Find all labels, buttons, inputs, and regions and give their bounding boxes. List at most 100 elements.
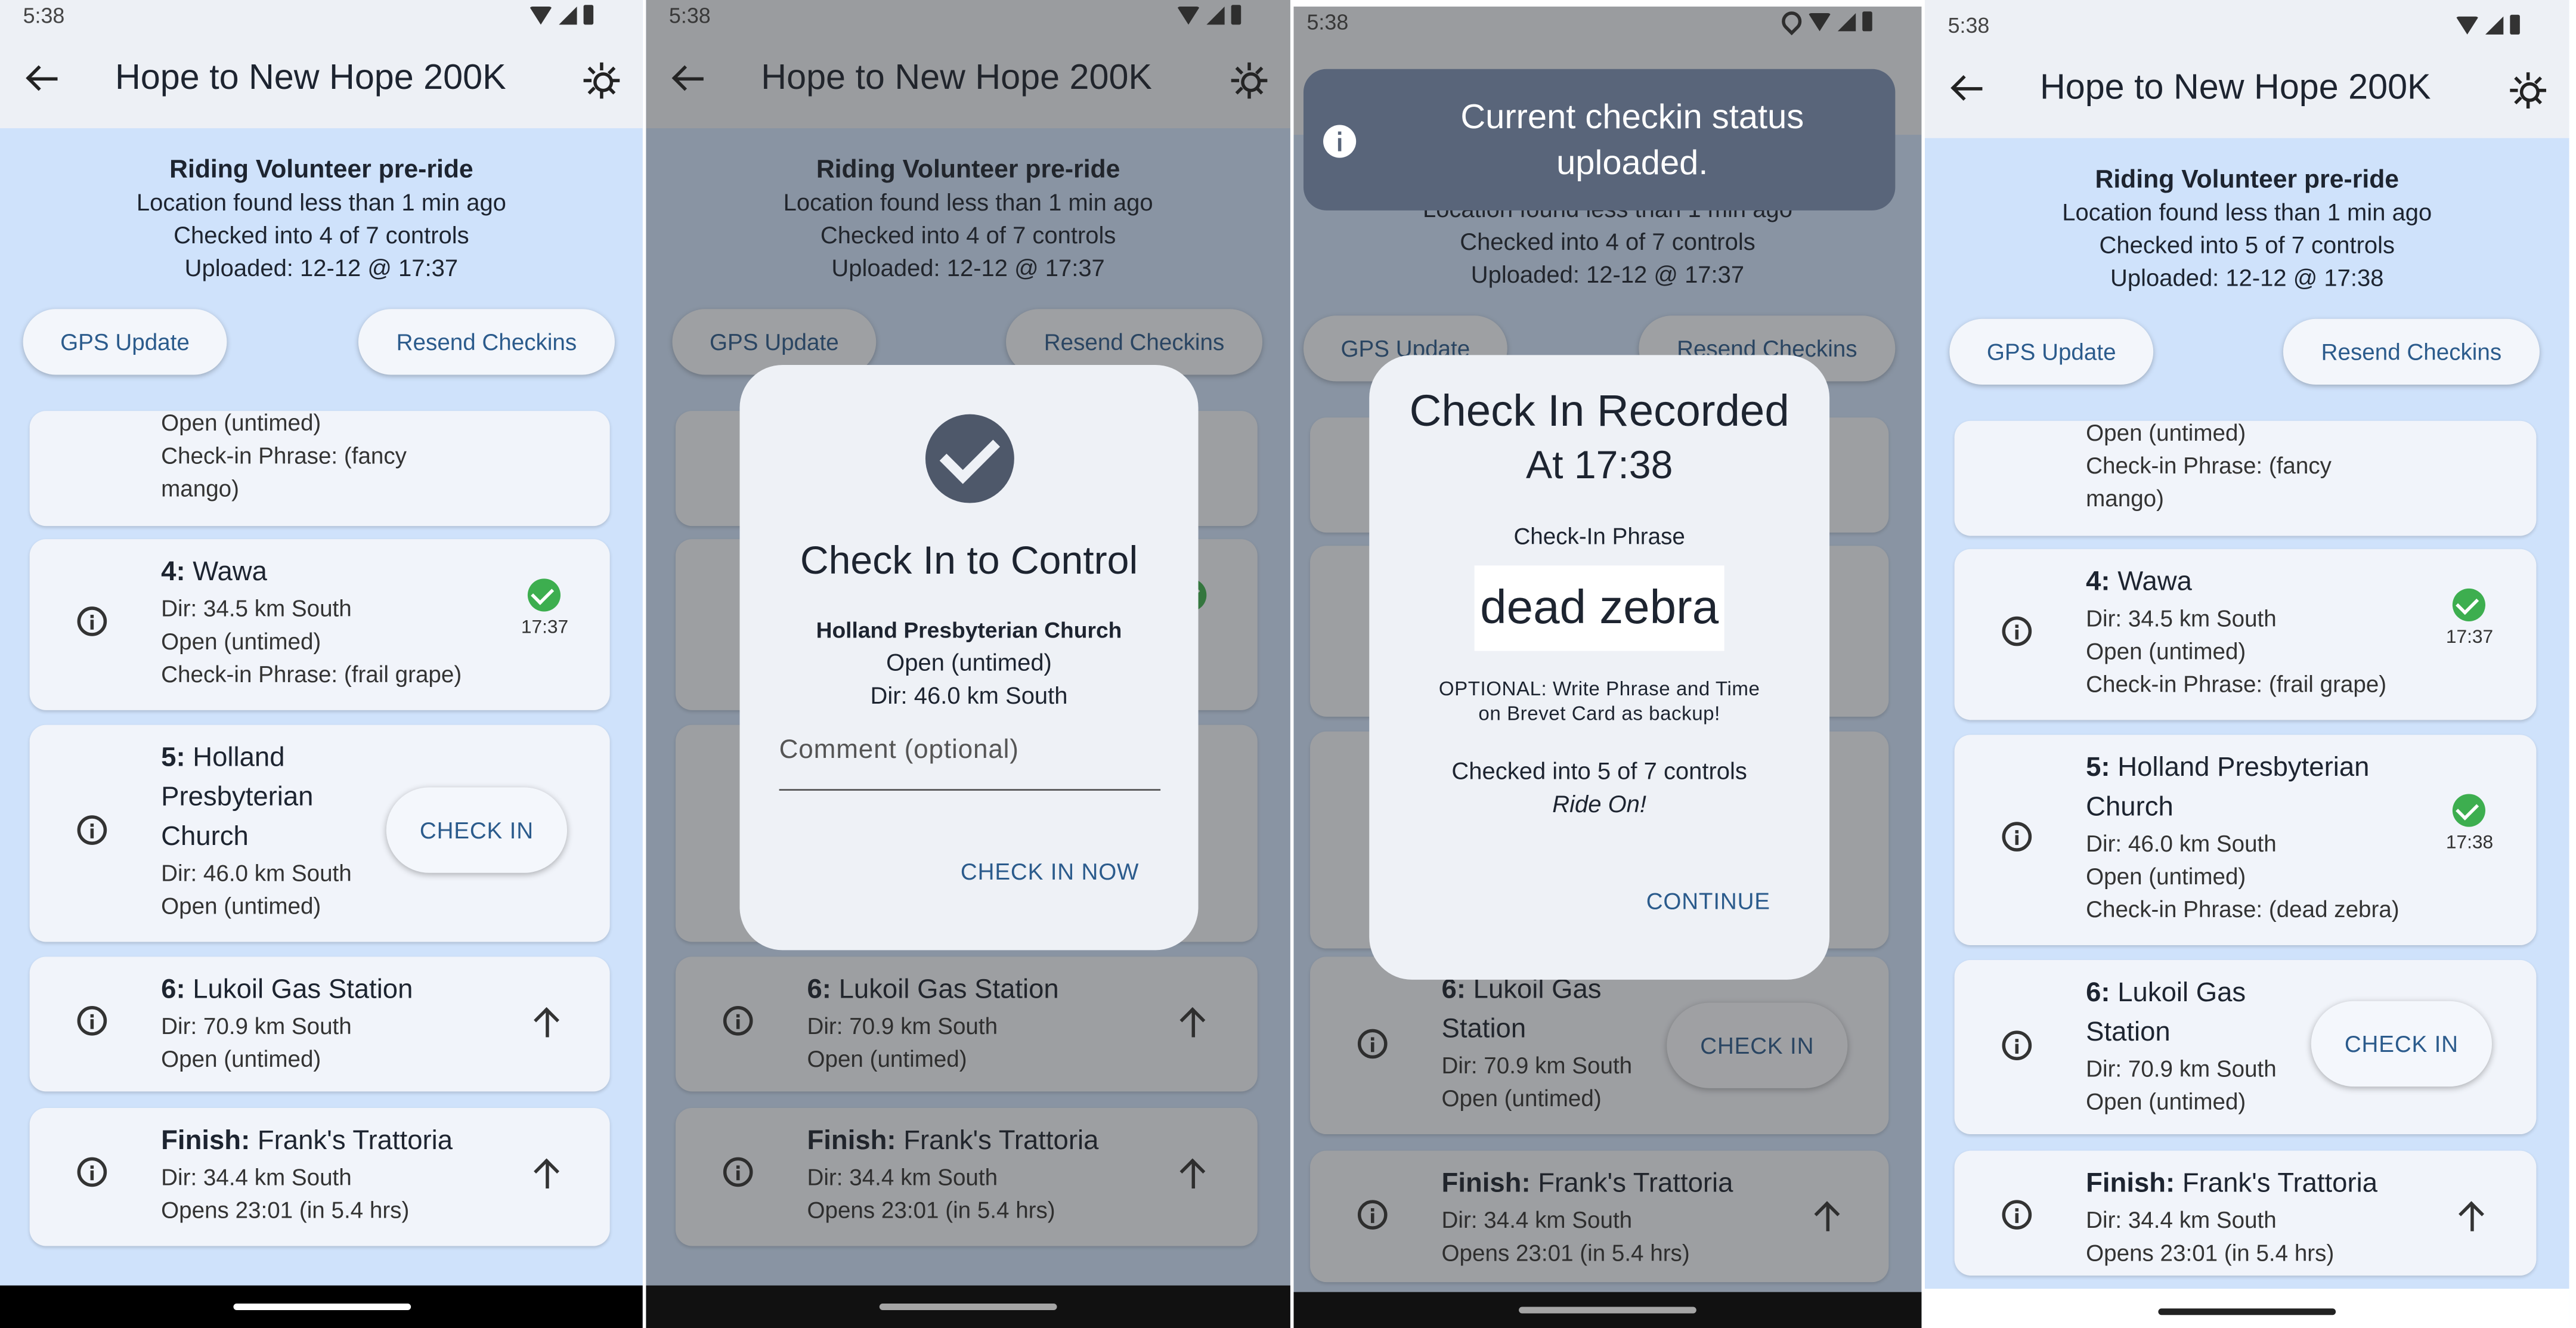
control-card-6[interactable]: 6: Lukoil Gas Station Dir: 70.9 km South…: [30, 956, 610, 1091]
check-in-button[interactable]: CHECK IN: [2311, 1001, 2492, 1086]
control-name: Finish: Frank's Trattoria: [2086, 1164, 2377, 1203]
theme-toggle-icon[interactable]: [584, 63, 620, 99]
app-bar: 5:38 Hope to New Hope 200K: [0, 0, 643, 128]
continue-button[interactable]: CONTINUE: [1646, 888, 1770, 914]
control-card-6[interactable]: 6: Lukoil Gas Station Dir: 70.9 km South…: [1955, 960, 2537, 1134]
comment-input[interactable]: Comment (optional): [779, 730, 1161, 791]
control-card-4[interactable]: 4: Wawa Dir: 34.5 km South Open (untimed…: [1955, 549, 2537, 720]
dialog-control-dir: Dir: 46.0 km South: [739, 684, 1198, 710]
status-time: 5:38: [23, 4, 65, 28]
control-card-4[interactable]: 4: Wawa Dir: 34.5 km South Open (untimed…: [30, 539, 610, 710]
checkin-count: Checked into 4 of 7 controls: [0, 220, 643, 253]
snackbar-line: uploaded.: [1369, 141, 1895, 187]
resend-checkins-button[interactable]: Resend Checkins: [2283, 319, 2540, 385]
control-dir: Dir: 34.4 km South: [2086, 1203, 2377, 1236]
resend-checkins-button[interactable]: Resend Checkins: [358, 309, 615, 374]
control-name: 6: Lukoil Gas: [2086, 973, 2277, 1013]
checkin-count: Checked into 5 of 7 controls: [1369, 760, 1829, 786]
dialog-title: Check In Recorded At 17:38: [1369, 385, 1829, 493]
control-phrase: Check-in Phrase: (frail grape): [2086, 667, 2386, 700]
info-icon[interactable]: [2002, 822, 2032, 852]
info-icon[interactable]: [2002, 617, 2032, 646]
wifi-icon: [530, 6, 553, 24]
system-nav-bar: [1925, 1289, 2569, 1328]
control-card-finish[interactable]: Finish: Frank's Trattoria Dir: 34.4 km S…: [1955, 1151, 2537, 1276]
ride-mode: Riding Volunteer pre-ride: [0, 154, 643, 187]
control-name: Finish: Frank's Trattoria: [161, 1121, 453, 1160]
page-title: Hope to New Hope 200K: [115, 57, 506, 98]
system-nav-bar: [0, 1286, 643, 1328]
control-name: 6: Lukoil Gas Station: [161, 970, 413, 1009]
signal-icon: [559, 6, 577, 24]
checkin-count: Checked into 5 of 7 controls: [1925, 230, 2569, 263]
dialog-control-name: Holland Presbyterian Church: [739, 618, 1198, 642]
control-dir: Dir: 46.0 km South: [161, 856, 352, 889]
checkmark-circle-icon: [925, 414, 1014, 503]
control-dir: Dir: 34.5 km South: [2086, 602, 2386, 634]
control-open: Opens 23:01 (in 5.4 hrs): [2086, 1236, 2377, 1269]
ride-summary: Riding Volunteer pre-ride Location found…: [1925, 165, 2569, 296]
theme-toggle-icon[interactable]: [2510, 72, 2546, 109]
control-card-prev[interactable]: Open (untimed) Check-in Phrase: (fancy m…: [1955, 421, 2537, 536]
control-name-cont: Presbyterian: [161, 778, 352, 817]
control-details: 4: Wawa Dir: 34.5 km South Open (untimed…: [2086, 562, 2386, 701]
gps-update-button[interactable]: GPS Update: [1949, 319, 2153, 385]
home-handle[interactable]: [2158, 1308, 2336, 1315]
upload-status: Uploaded: 12-12 @ 17:38: [1925, 263, 2569, 296]
control-open: Open (untimed): [2086, 860, 2399, 893]
status-icons: [2456, 15, 2520, 35]
app-bar: 5:38 Hope to New Hope 200K: [1925, 0, 2569, 138]
info-icon[interactable]: [2002, 1200, 2032, 1230]
control-card-finish[interactable]: Finish: Frank's Trattoria Dir: 34.4 km S…: [30, 1108, 610, 1246]
home-handle[interactable]: [233, 1304, 410, 1310]
info-icon[interactable]: [78, 815, 107, 845]
check-in-button[interactable]: CHECK IN: [386, 787, 567, 872]
phone-screen-2: 5:38 Hope to New Hope 200K Riding Volunt…: [646, 0, 1290, 1328]
control-open: Open (untimed): [161, 411, 407, 439]
phone-screen-1: 5:38 Hope to New Hope 200K Riding Volunt…: [0, 0, 643, 1328]
control-open: Open (untimed): [161, 889, 352, 922]
control-card-5[interactable]: 5: Holland Presbyterian Church Dir: 46.0…: [30, 725, 610, 942]
control-details: 5: Holland Presbyterian Church Dir: 46.0…: [161, 738, 352, 923]
control-dir: Dir: 34.5 km South: [161, 592, 462, 624]
control-dir: Dir: 34.4 km South: [161, 1160, 453, 1193]
gps-update-button[interactable]: GPS Update: [23, 309, 227, 374]
dialog-title: Check In to Control: [739, 539, 1198, 585]
control-card-5[interactable]: 5: Holland Presbyterian Church Dir: 46.0…: [1955, 735, 2537, 945]
back-arrow-icon[interactable]: [26, 63, 59, 95]
control-name: 5: Holland Presbyterian: [2086, 748, 2399, 787]
control-phrase: Check-in Phrase: (fancy: [2086, 449, 2332, 482]
control-details: 6: Lukoil Gas Station Dir: 70.9 km South…: [2086, 973, 2277, 1118]
control-details: 4: Wawa Dir: 34.5 km South Open (untimed…: [161, 552, 462, 691]
location-status: Location found less than 1 min ago: [1925, 197, 2569, 230]
ride-on-text: Ride On!: [1369, 793, 1829, 819]
info-icon[interactable]: [2002, 1030, 2032, 1060]
signal-icon: [2485, 16, 2503, 33]
info-icon: [1323, 125, 1356, 158]
control-details: Open (untimed) Check-in Phrase: (fancy m…: [161, 411, 407, 504]
check-in-now-button[interactable]: CHECK IN NOW: [961, 858, 1139, 884]
control-open: Open (untimed): [2086, 1085, 2277, 1117]
optional-note: OPTIONAL: Write Phrase and Time on Breve…: [1369, 677, 1829, 727]
info-icon[interactable]: [78, 1157, 107, 1187]
control-card-prev[interactable]: Open (untimed) Check-in Phrase: (fancy m…: [30, 411, 610, 526]
info-icon[interactable]: [78, 606, 107, 636]
checkin-time: 17:37: [2446, 628, 2493, 648]
ride-mode: Riding Volunteer pre-ride: [1925, 165, 2569, 197]
control-phrase-cont: mango): [2086, 482, 2332, 515]
back-arrow-icon[interactable]: [1951, 72, 1984, 105]
control-open: Opens 23:01 (in 5.4 hrs): [161, 1193, 453, 1226]
control-name-cont: Station: [2086, 1013, 2277, 1052]
control-name-cont: Church: [161, 817, 352, 856]
location-status: Location found less than 1 min ago: [0, 187, 643, 220]
check-in-dialog: Check In to Control Holland Presbyterian…: [739, 365, 1198, 950]
info-icon[interactable]: [78, 1006, 107, 1036]
control-dir: Dir: 70.9 km South: [2086, 1052, 2277, 1085]
checked-icon: [528, 578, 561, 611]
control-name: 5: Holland: [161, 738, 352, 778]
ride-summary: Riding Volunteer pre-ride Location found…: [0, 154, 643, 286]
control-name: 4: Wawa: [161, 552, 462, 592]
direction-arrow-icon: [2456, 1200, 2488, 1233]
dialog-control-open: Open (untimed): [739, 651, 1198, 677]
status-time: 5:38: [1948, 13, 1990, 38]
